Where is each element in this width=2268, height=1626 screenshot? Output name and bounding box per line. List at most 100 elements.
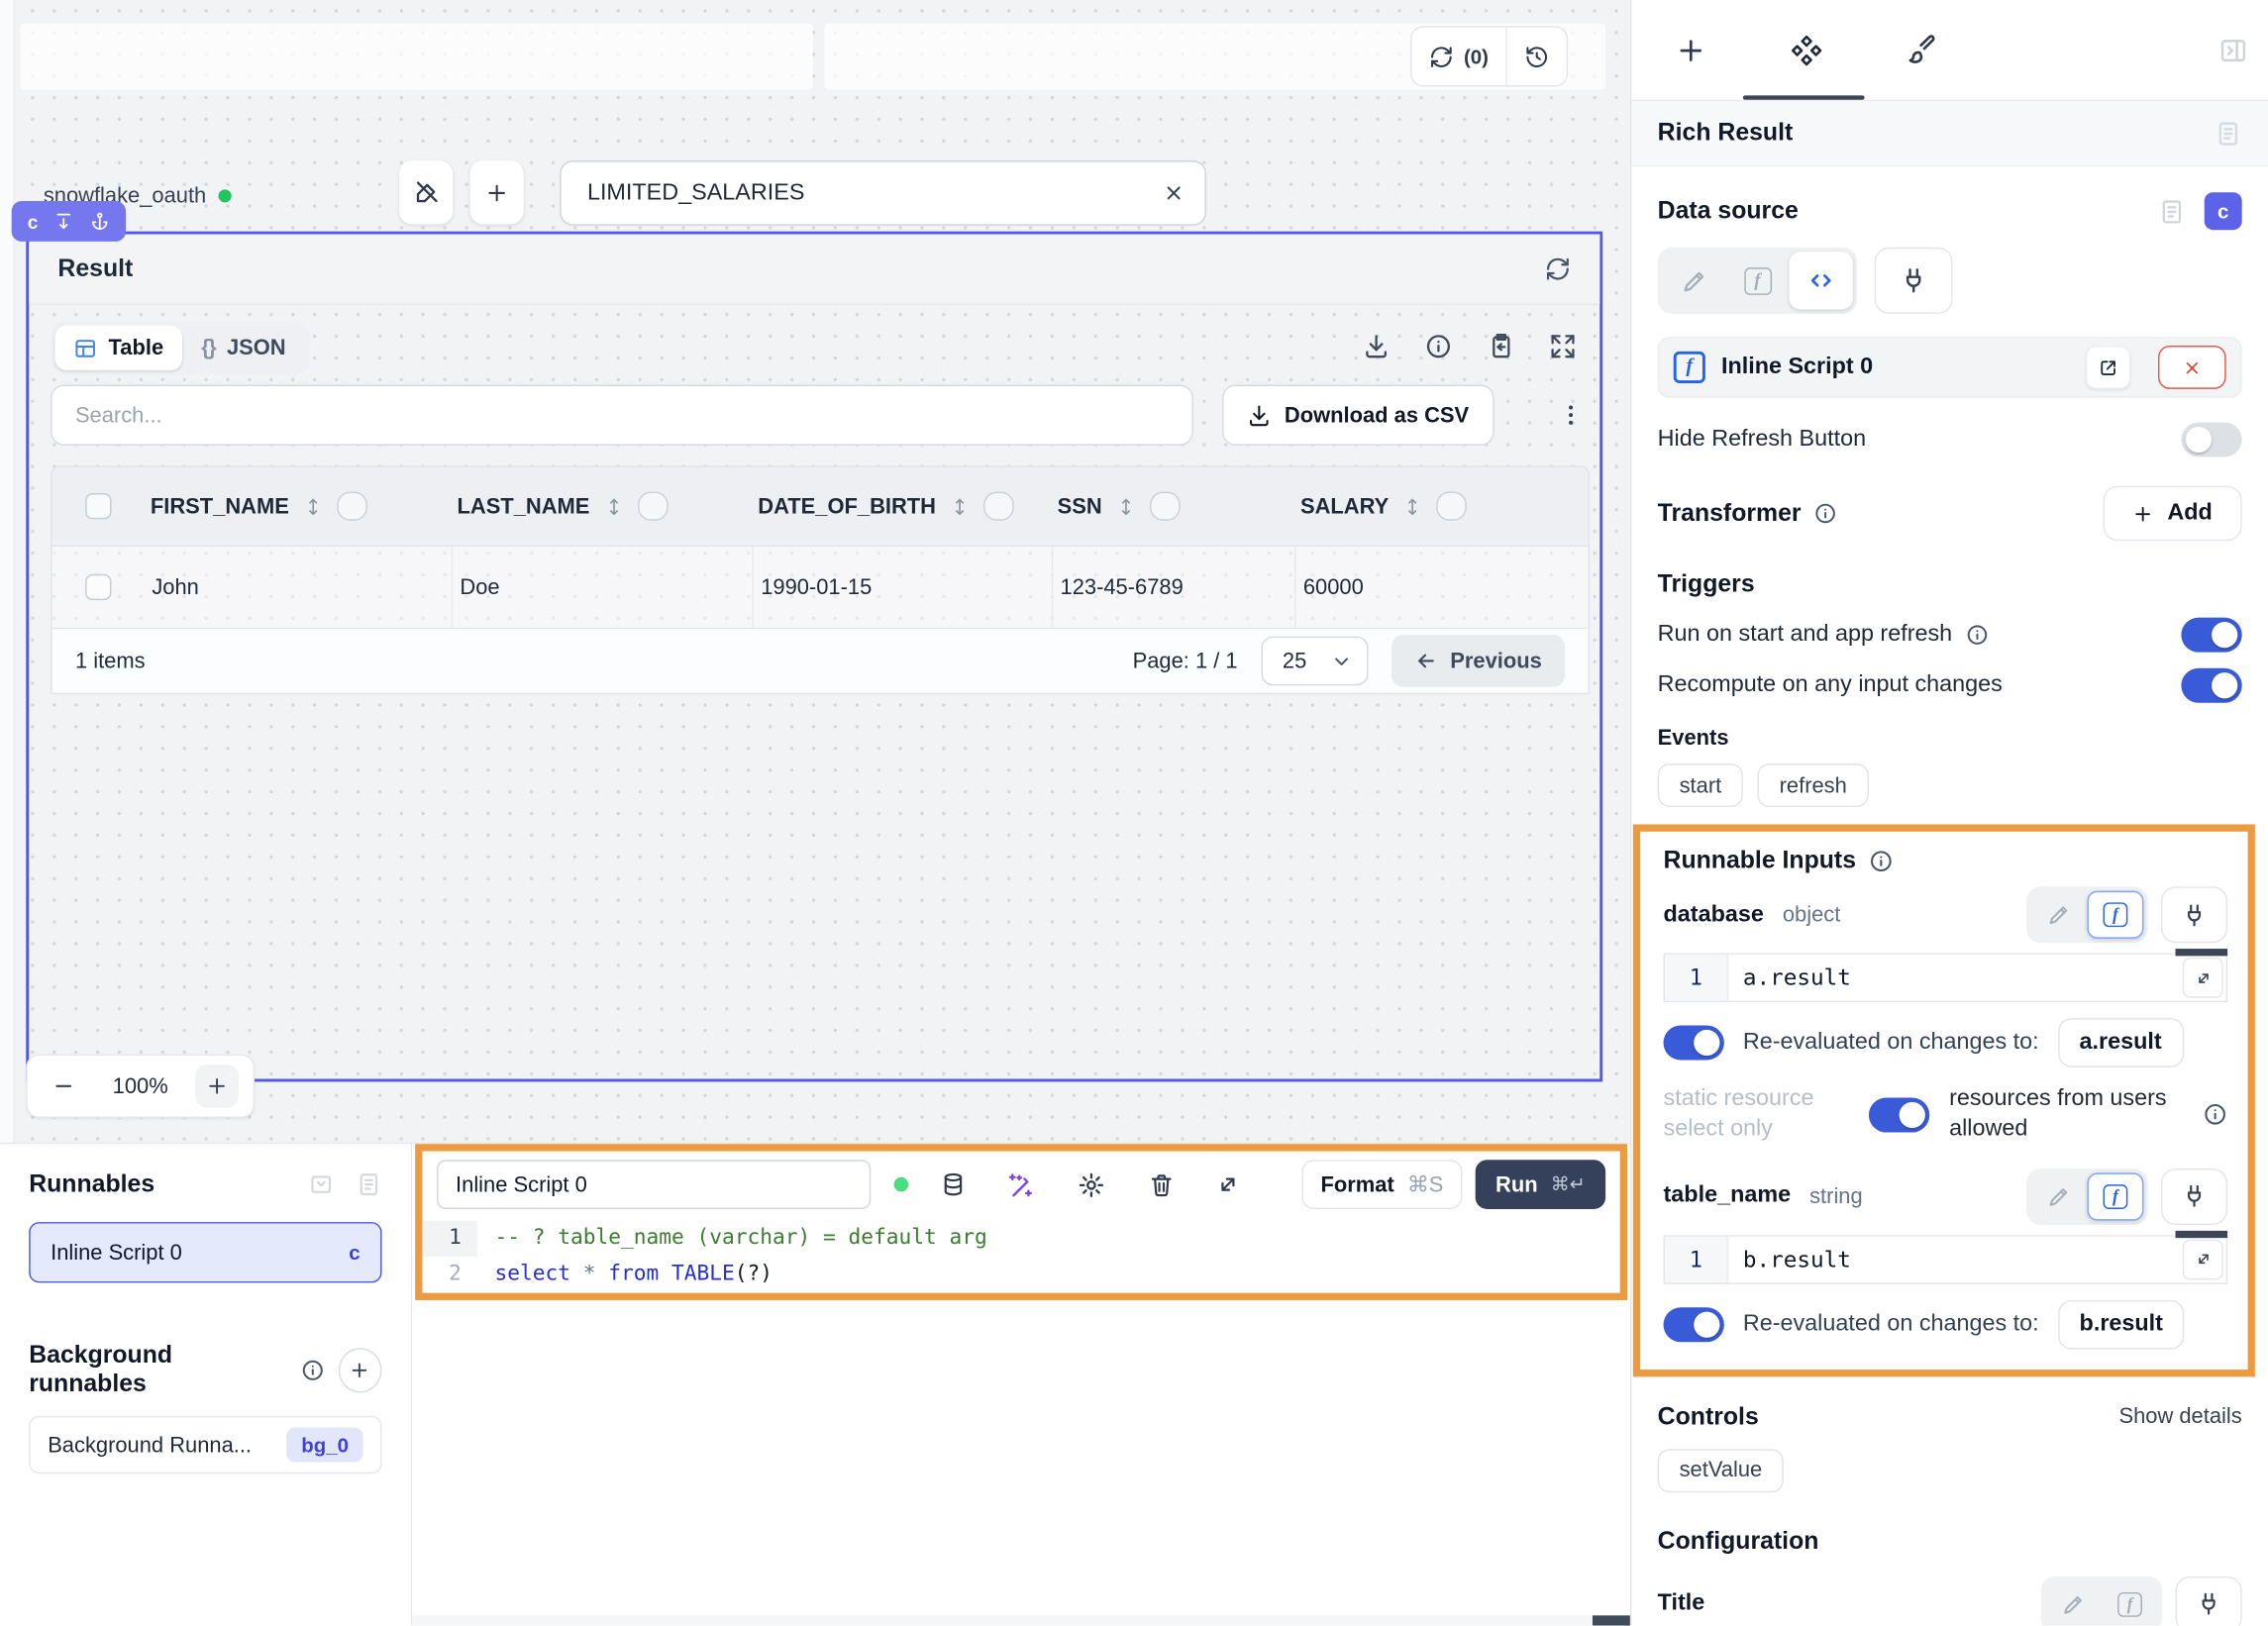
hide-refresh-toggle[interactable] [2181,422,2241,457]
zoom-in-button[interactable] [195,1065,239,1108]
code-line[interactable]: 2 select * from TABLE(?) [422,1257,1619,1293]
eval-expression-button[interactable]: f [2087,1172,2143,1220]
info-icon[interactable] [1869,849,1894,873]
fullscreen-button[interactable] [1549,333,1577,360]
row-checkbox[interactable] [85,574,111,600]
static-value-button[interactable] [1662,252,1725,309]
reeval-dependency-chip[interactable]: b.result [2058,1299,2185,1349]
app-canvas[interactable]: (0) snowflake_oauth c [0,0,1630,1143]
code-line[interactable]: 1 -- ? table_name (varchar) = default ar… [422,1221,1619,1258]
control-chip-setvalue[interactable]: setValue [1658,1449,1784,1492]
event-chip-start[interactable]: start [1658,763,1743,807]
static-value-button[interactable] [2030,891,2087,939]
zoom-out-button[interactable] [42,1065,85,1108]
column-checkbox[interactable] [337,492,367,521]
tab-insert-component[interactable] [1675,34,1706,65]
search-input[interactable] [51,384,1193,445]
remove-script-button[interactable] [2158,346,2226,389]
recompute-toggle[interactable] [2181,668,2241,703]
expression-value[interactable]: a.result [1728,955,2183,1001]
table-row[interactable]: John Doe 1990-01-15 123-45-6789 60000 [51,547,1590,629]
run-on-start-toggle[interactable] [2181,618,2241,653]
static-value-button[interactable] [2030,1172,2087,1220]
delete-script-button[interactable] [1149,1171,1175,1197]
select-all-checkbox[interactable] [85,493,111,519]
runnable-item-inline-script-0[interactable]: Inline Script 0 c [29,1222,381,1282]
sort-icon[interactable] [949,495,971,517]
info-icon[interactable] [301,1358,325,1382]
script-name-input[interactable] [437,1160,871,1209]
tab-json[interactable]: {} JSON [182,326,304,370]
expression-editor-table-name[interactable]: 1 b.result [1664,1235,2228,1284]
download-button[interactable] [1363,333,1391,360]
result-refresh-button[interactable] [1545,256,1571,282]
expand-expression-button[interactable] [2183,958,2223,998]
refresh-count-button[interactable]: (0) [1411,28,1505,85]
add-transformer-button[interactable]: Add [2104,486,2242,541]
sort-icon[interactable] [603,495,625,517]
background-runnable-item[interactable]: Background Runna... bg_0 [29,1416,381,1474]
linked-script-row[interactable]: f Inline Script 0 [1658,337,2242,397]
component-selection-badge[interactable]: c [12,201,127,242]
tab-component-settings[interactable] [1790,33,1824,67]
tab-table[interactable]: Table [54,326,182,370]
add-background-runnable-button[interactable] [339,1347,382,1391]
copy-to-clipboard-button[interactable] [1487,333,1514,360]
column-checkbox[interactable] [1150,492,1181,521]
page-size-select[interactable]: 25 [1261,637,1368,686]
event-chip-refresh[interactable]: refresh [1758,763,1869,807]
tab-styling[interactable] [1907,34,1938,65]
more-options-button[interactable] [1558,402,1584,428]
clear-selection-icon[interactable] [1163,182,1185,204]
resources-from-users-toggle[interactable] [1868,1097,1928,1132]
move-down-icon[interactable] [53,211,73,231]
sort-icon[interactable] [302,495,324,517]
anchor-icon[interactable] [90,211,110,231]
database-button[interactable] [940,1171,966,1197]
format-button[interactable]: Format ⌘S [1302,1160,1463,1209]
editor-scrollbar[interactable] [412,1615,1630,1625]
placeholder-component-1[interactable] [20,23,812,89]
settings-button[interactable] [1078,1170,1105,1198]
info-icon[interactable] [1814,502,1837,525]
show-details-link[interactable]: Show details [2118,1404,2241,1429]
previous-page-button[interactable]: Previous [1391,635,1565,687]
collapse-panel-button[interactable] [308,1171,334,1197]
connect-input-button[interactable] [2176,1575,2242,1625]
expression-value[interactable]: b.result [1728,1236,2183,1282]
ai-wand-button[interactable] [1006,1170,1034,1198]
column-checkbox[interactable] [638,492,669,521]
expression-editor-database[interactable]: 1 a.result [1664,953,2228,1002]
component-docs-button[interactable] [2215,119,2242,147]
eval-expression-button[interactable]: f [2087,891,2143,939]
reeval-toggle-table-name[interactable] [1664,1307,1724,1342]
sql-code-editor[interactable]: 1 -- ? table_name (varchar) = default ar… [422,1221,1619,1293]
column-checkbox[interactable] [983,492,1014,521]
eval-expression-button[interactable]: f [2102,1580,2158,1626]
column-header[interactable]: DATE_OF_BIRTH [752,492,1051,521]
info-icon[interactable] [1965,623,1988,646]
static-value-button[interactable] [2045,1580,2102,1626]
table-select-input[interactable] [587,180,1163,206]
rich-result-component[interactable]: Result Table {} JSON [26,232,1602,1082]
table-select[interactable] [560,160,1206,226]
history-button[interactable] [1507,28,1567,85]
add-table-button[interactable] [470,160,524,224]
connect-input-button[interactable] [2161,1168,2227,1224]
download-csv-button[interactable]: Download as CSV [1222,384,1494,445]
column-header[interactable]: LAST_NAME [452,492,753,521]
collapse-inspector-button[interactable] [2218,36,2247,64]
expand-editor-button[interactable] [1215,1171,1241,1197]
template-button[interactable]: f [1725,252,1789,309]
reeval-dependency-chip[interactable]: a.result [2058,1018,2184,1067]
info-icon[interactable] [2203,1102,2227,1127]
docs-button[interactable] [356,1171,381,1197]
expand-expression-button[interactable] [2183,1239,2223,1279]
detach-schema-button[interactable] [399,160,453,224]
info-button[interactable] [1425,333,1453,360]
column-header[interactable]: SSN [1052,492,1294,521]
reeval-toggle-database[interactable] [1664,1025,1724,1060]
data-source-docs-icon[interactable] [2158,197,2186,225]
eval-expression-button[interactable] [1790,252,1853,309]
data-source-component-badge[interactable]: c [2205,192,2242,230]
